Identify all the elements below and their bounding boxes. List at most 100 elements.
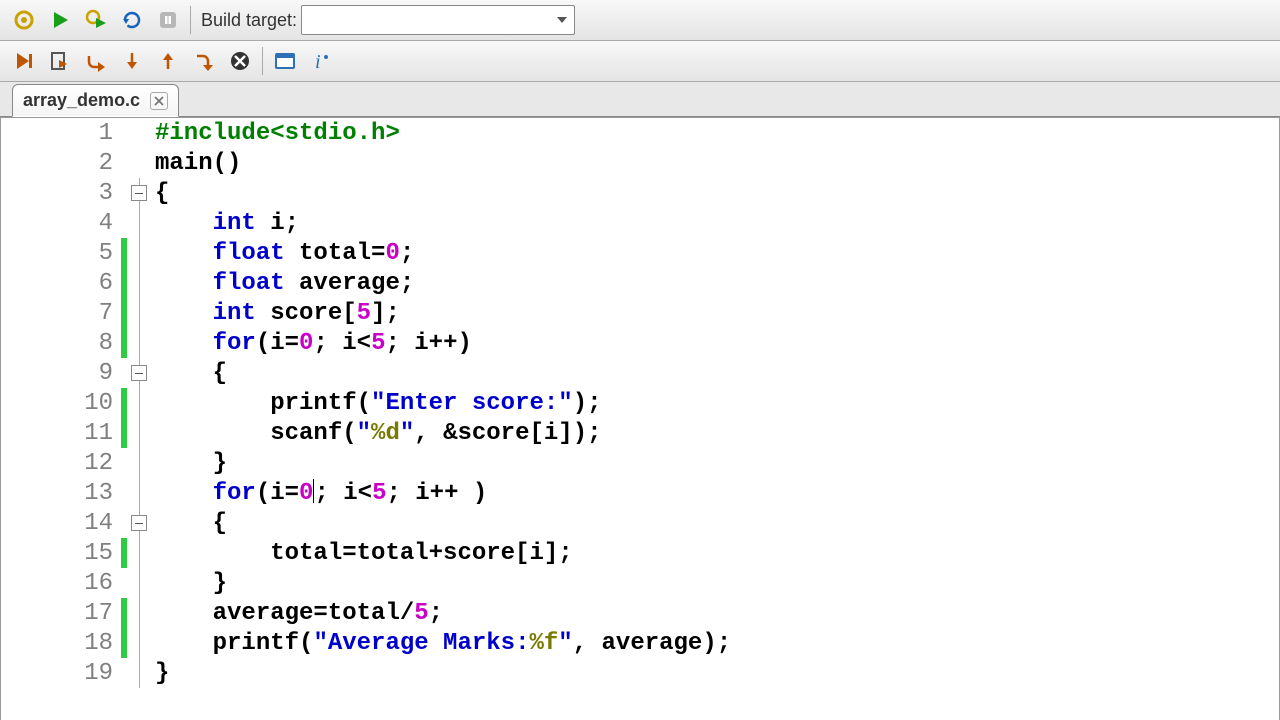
fold-guide <box>127 418 151 448</box>
code-line[interactable]: 6 float average; <box>1 268 1279 298</box>
code-text: #include<stdio.h> <box>151 120 400 147</box>
debug-start-button[interactable] <box>10 47 38 75</box>
svg-text:i: i <box>315 51 321 72</box>
line-number: 4 <box>1 210 121 237</box>
code-line[interactable]: 2 main() <box>1 148 1279 178</box>
fold-guide <box>127 268 151 298</box>
code-line[interactable]: 5 float total=0; <box>1 238 1279 268</box>
code-line[interactable]: 4 int i; <box>1 208 1279 238</box>
fold-toggle[interactable] <box>127 178 151 208</box>
code-line[interactable]: 19} <box>1 658 1279 688</box>
code-text: float total=0; <box>151 240 414 267</box>
toolbar-separator <box>262 47 263 75</box>
editor-tabstrip: array_demo.c <box>0 82 1280 117</box>
code-text: average=total/5; <box>151 600 443 627</box>
build-run-button[interactable] <box>82 6 110 34</box>
chevron-down-icon <box>556 14 568 26</box>
code-line[interactable]: 8 for(i=0; i<5; i++) <box>1 328 1279 358</box>
fold-guide <box>127 118 151 148</box>
fold-toggle[interactable] <box>127 358 151 388</box>
code-text: } <box>151 660 169 687</box>
code-line[interactable]: 10 printf("Enter score:"); <box>1 388 1279 418</box>
code-text: } <box>151 570 227 597</box>
fold-minus-icon <box>131 365 147 381</box>
code-text: printf("Enter score:"); <box>151 390 602 417</box>
code-text: } <box>151 450 227 477</box>
code-line[interactable]: 16 } <box>1 568 1279 598</box>
code-line[interactable]: 9 { <box>1 358 1279 388</box>
code-text: float average; <box>151 270 414 297</box>
line-number: 12 <box>1 450 121 477</box>
line-number: 1 <box>1 120 121 147</box>
code-line[interactable]: 14 { <box>1 508 1279 538</box>
step-out-button[interactable] <box>154 47 182 75</box>
line-number: 14 <box>1 510 121 537</box>
line-number: 2 <box>1 150 121 177</box>
rebuild-button[interactable] <box>118 6 146 34</box>
toolbar-debug: i <box>0 41 1280 82</box>
fold-guide <box>127 238 151 268</box>
line-number: 5 <box>1 240 121 267</box>
debug-windows-button[interactable] <box>271 47 299 75</box>
fold-guide <box>127 448 151 478</box>
fold-guide <box>127 628 151 658</box>
line-number: 17 <box>1 600 121 627</box>
step-into-button[interactable] <box>118 47 146 75</box>
line-number: 9 <box>1 360 121 387</box>
toolbar-build: Build target: <box>0 0 1280 41</box>
code-text: main() <box>151 150 241 177</box>
build-target-label: Build target: <box>201 10 297 31</box>
line-number: 11 <box>1 420 121 447</box>
code-text: printf("Average Marks:%f", average); <box>151 630 731 657</box>
fold-guide <box>127 328 151 358</box>
code-editor[interactable]: 1#include<stdio.h>2main()3{4 int i;5 flo… <box>0 117 1280 720</box>
fold-guide <box>127 598 151 628</box>
line-number: 3 <box>1 180 121 207</box>
line-number: 18 <box>1 630 121 657</box>
code-text: total=total+score[i]; <box>151 540 573 567</box>
line-number: 10 <box>1 390 121 417</box>
fold-toggle[interactable] <box>127 508 151 538</box>
code-line[interactable]: 17 average=total/5; <box>1 598 1279 628</box>
close-icon <box>154 96 164 106</box>
code-line[interactable]: 7 int score[5]; <box>1 298 1279 328</box>
code-text: { <box>151 510 227 537</box>
fold-guide <box>127 298 151 328</box>
code-line[interactable]: 12 } <box>1 448 1279 478</box>
line-number: 15 <box>1 540 121 567</box>
next-line-button[interactable] <box>82 47 110 75</box>
run-to-cursor-button[interactable] <box>46 47 74 75</box>
code-text: { <box>151 360 227 387</box>
code-text: { <box>151 180 169 207</box>
code-line[interactable]: 18 printf("Average Marks:%f", average); <box>1 628 1279 658</box>
stop-debugger-button[interactable] <box>226 47 254 75</box>
code-line[interactable]: 13 for(i=0; i<5; i++ ) <box>1 478 1279 508</box>
fold-minus-icon <box>131 515 147 531</box>
line-number: 8 <box>1 330 121 357</box>
fold-guide <box>127 568 151 598</box>
code-line[interactable]: 3{ <box>1 178 1279 208</box>
tab-array-demo[interactable]: array_demo.c <box>12 84 179 117</box>
tab-close-button[interactable] <box>150 92 168 110</box>
fold-guide <box>127 538 151 568</box>
code-text: int i; <box>151 210 299 237</box>
fold-guide <box>127 478 151 508</box>
code-text: for(i=0; i<5; i++) <box>151 330 472 357</box>
code-line[interactable]: 15 total=total+score[i]; <box>1 538 1279 568</box>
code-text: scanf("%d", &score[i]); <box>151 420 602 447</box>
code-line[interactable]: 1 #include<stdio.h> <box>1 118 1279 148</box>
build-target-select[interactable] <box>301 5 575 35</box>
toolbar-separator <box>190 6 191 34</box>
line-number: 16 <box>1 570 121 597</box>
code-text: for(i=0; i<5; i++ ) <box>151 480 487 507</box>
line-number: 6 <box>1 270 121 297</box>
next-instruction-button[interactable] <box>190 47 218 75</box>
build-button[interactable] <box>10 6 38 34</box>
line-number: 13 <box>1 480 121 507</box>
text-cursor <box>313 479 314 503</box>
line-number: 7 <box>1 300 121 327</box>
abort-button[interactable] <box>154 6 182 34</box>
info-button[interactable]: i <box>307 47 335 75</box>
run-button[interactable] <box>46 6 74 34</box>
code-line[interactable]: 11 scanf("%d", &score[i]); <box>1 418 1279 448</box>
